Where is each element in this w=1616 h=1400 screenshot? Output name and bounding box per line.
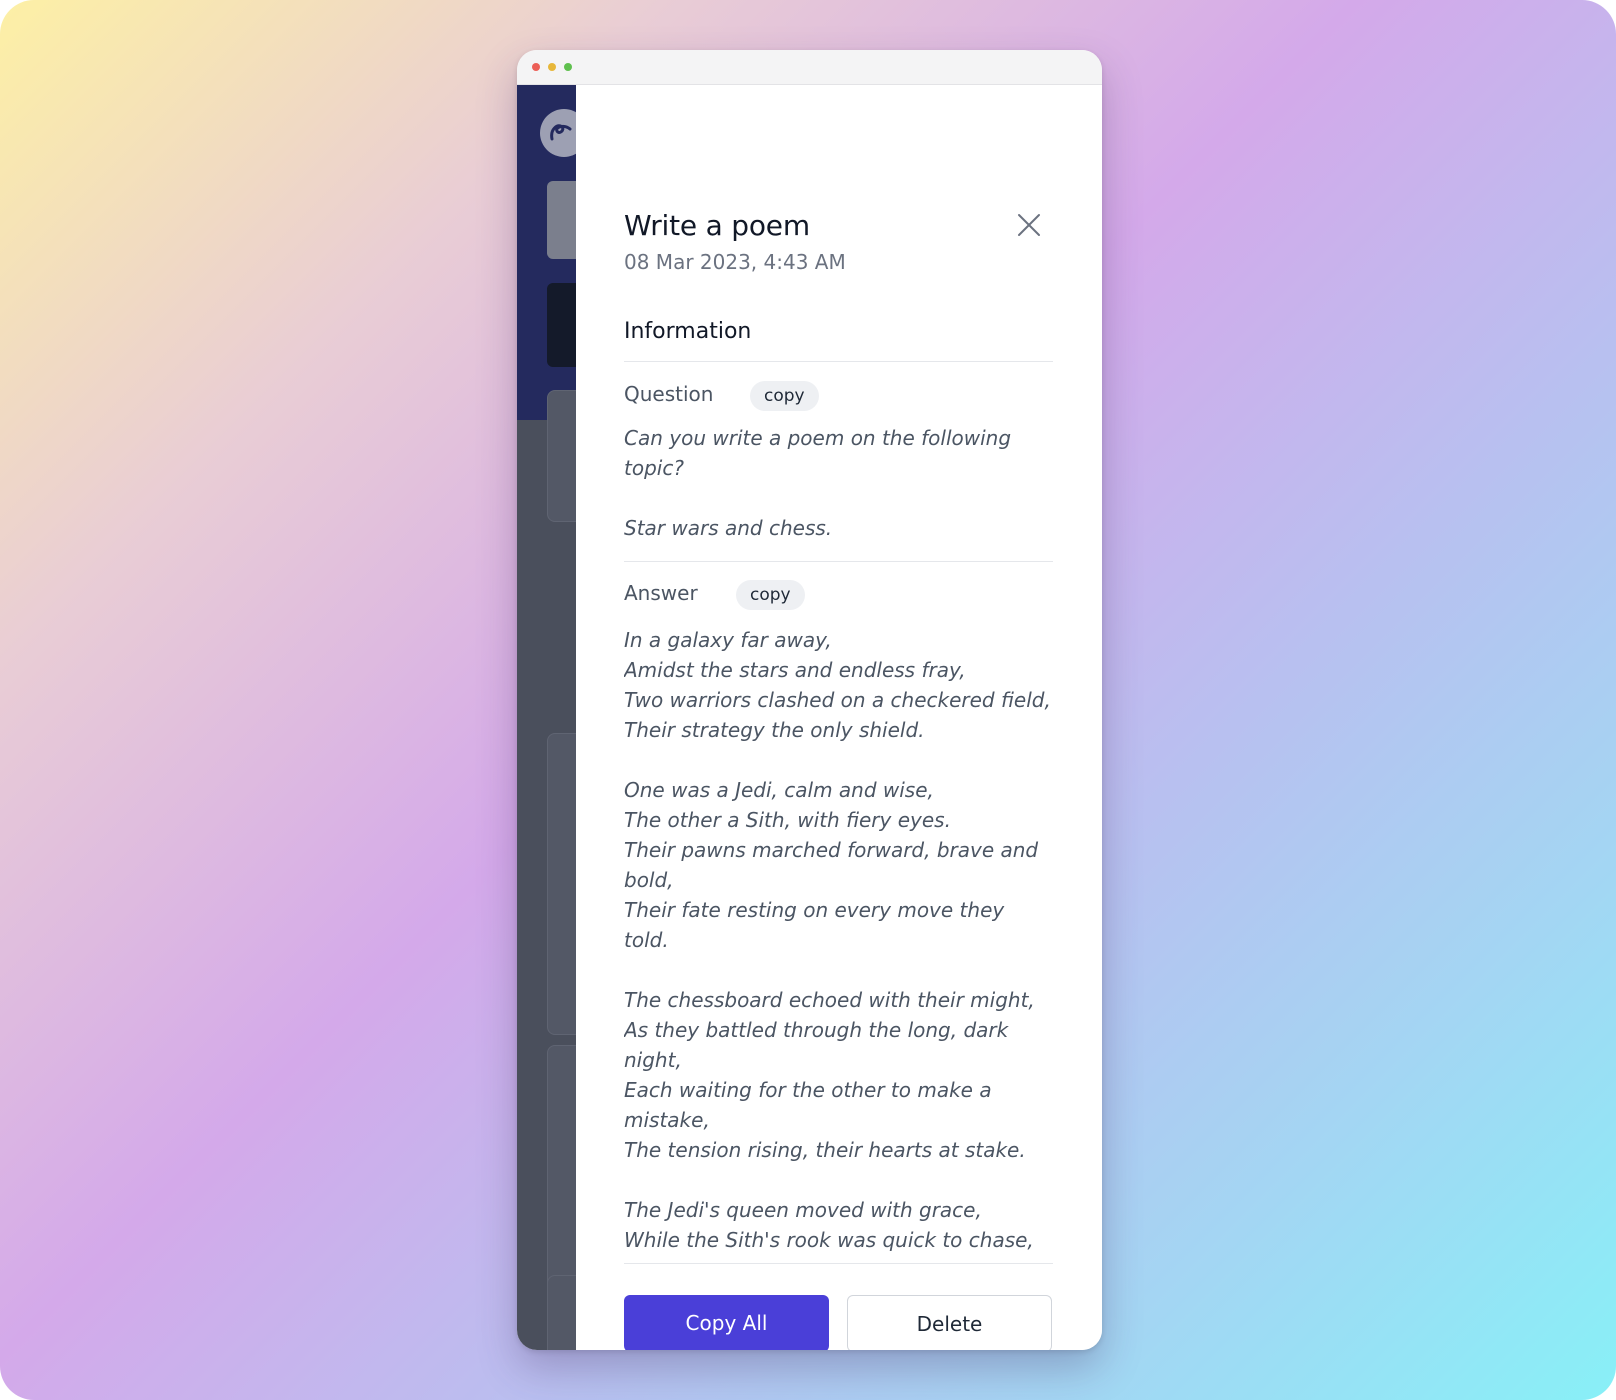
background-card [547,1275,577,1350]
copy-answer-button[interactable]: copy [736,580,805,610]
background-input-block [547,181,577,259]
question-label: Question [624,382,714,406]
window-maximize-dot[interactable] [564,63,572,71]
answer-label: Answer [624,581,698,605]
copy-question-button[interactable]: copy [750,381,819,411]
close-icon [1018,214,1040,236]
background-app-dimmed [517,85,577,1350]
divider [624,361,1053,362]
background-card [547,733,577,1035]
app-window: Write a poem 08 Mar 2023, 4:43 AM Inform… [517,50,1102,1350]
copy-all-button[interactable]: Copy All [624,1295,829,1350]
background-card [547,1045,577,1307]
question-text: Can you write a poem on the following to… [624,426,1012,540]
desktop-background: Write a poem 08 Mar 2023, 4:43 AM Inform… [0,0,1616,1400]
divider [624,1263,1053,1264]
window-minimize-dot[interactable] [548,63,556,71]
divider [624,561,1053,562]
modal-title: Write a poem [624,209,810,242]
section-heading: Information [624,319,752,344]
answer-scroll-area[interactable]: In a galaxy far away, Amidst the stars a… [624,625,1064,1260]
background-card [547,390,577,522]
modal-datetime: 08 Mar 2023, 4:43 AM [624,250,846,274]
history-detail-panel: Write a poem 08 Mar 2023, 4:43 AM Inform… [576,85,1102,1350]
window-titlebar [517,50,1102,85]
close-button[interactable] [1014,210,1044,240]
answer-text: In a galaxy far away, Amidst the stars a… [624,628,1051,1260]
delete-button[interactable]: Delete [847,1295,1052,1350]
window-close-dot[interactable] [532,63,540,71]
background-dark-button [547,283,577,367]
